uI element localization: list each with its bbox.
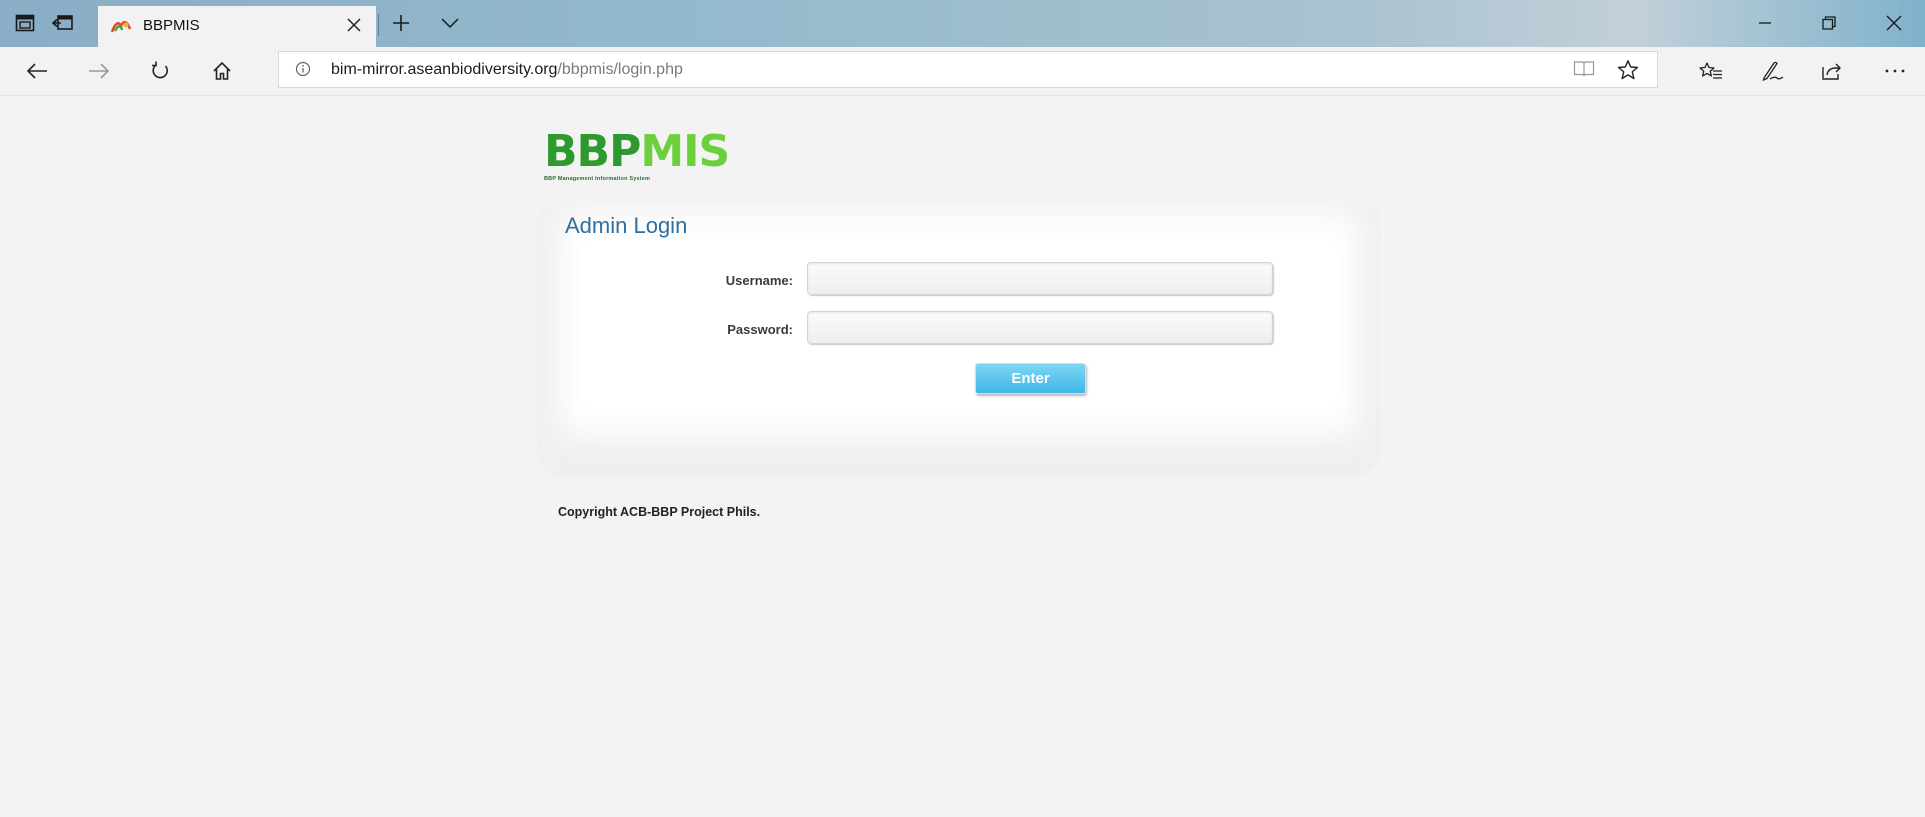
plus-icon[interactable]: [388, 11, 414, 35]
close-tab-icon[interactable]: [346, 15, 362, 37]
logo-part-mis: MIS: [640, 126, 730, 177]
forward-arrow-icon[interactable]: [82, 56, 116, 86]
minimize-icon[interactable]: [1745, 10, 1785, 36]
address-bar[interactable]: bim-mirror.aseanbiodiversity.org/bbpmis/…: [278, 51, 1658, 88]
back-arrow-icon[interactable]: [20, 56, 54, 86]
bbpmis-favicon: [110, 17, 132, 40]
info-icon[interactable]: [295, 61, 311, 82]
url-path: /bbpmis/login.php: [557, 61, 683, 78]
enter-button[interactable]: Enter: [975, 363, 1086, 394]
password-field[interactable]: [807, 311, 1273, 344]
login-panel: Admin Login Username: Password: Enter: [537, 197, 1381, 477]
username-label: Username:: [725, 273, 793, 288]
close-window-icon[interactable]: [1874, 10, 1914, 36]
more-icon[interactable]: [1878, 56, 1912, 86]
tab-preview-icon[interactable]: [12, 11, 38, 35]
login-heading: Admin Login: [565, 213, 688, 238]
home-icon[interactable]: [205, 56, 239, 86]
chevron-down-icon[interactable]: [437, 11, 463, 35]
tab-separator: [378, 14, 379, 36]
browser-nav-bar: bim-mirror.aseanbiodiversity.org/bbpmis/…: [0, 47, 1925, 96]
password-label: Password:: [727, 322, 793, 337]
favorites-list-icon[interactable]: [1694, 56, 1728, 86]
restore-icon[interactable]: [1809, 10, 1849, 36]
url-domain: bim-mirror.aseanbiodiversity.org: [331, 61, 558, 78]
browser-title-bar: BBPMIS: [0, 0, 1925, 47]
star-icon[interactable]: [1617, 59, 1639, 86]
url-text: bim-mirror.aseanbiodiversity.org/bbpmis/…: [331, 61, 683, 79]
copyright-text: Copyright ACB-BBP Project Phils.: [558, 505, 761, 519]
set-aside-tabs-icon[interactable]: [50, 11, 76, 35]
pen-icon[interactable]: [1756, 56, 1790, 86]
username-field[interactable]: [807, 262, 1273, 295]
share-icon[interactable]: [1814, 56, 1848, 86]
reading-view-icon[interactable]: [1573, 60, 1595, 83]
logo-part-bbp: BBP: [544, 126, 641, 177]
tab-title: BBPMIS: [143, 17, 200, 34]
bbpmis-logo: BBPMIS BBP Management Information System: [544, 130, 730, 183]
browser-tab-active[interactable]: BBPMIS: [98, 6, 376, 47]
refresh-icon[interactable]: [143, 56, 177, 86]
